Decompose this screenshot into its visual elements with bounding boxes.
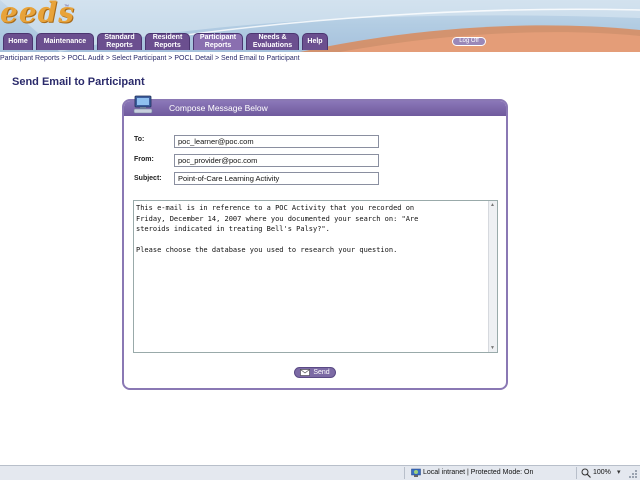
nav-tab-label: Participant Reports <box>199 34 237 49</box>
to-field[interactable] <box>174 135 379 148</box>
nav-tab-resident-reports[interactable]: Resident Reports <box>145 33 190 50</box>
compose-title: Compose Message Below <box>169 103 268 113</box>
from-field[interactable] <box>174 154 379 167</box>
nav-tab-label: Help <box>307 38 323 45</box>
subject-label: Subject: <box>134 175 162 182</box>
nav-tab-standard-reports[interactable]: Standard Reports <box>97 33 142 50</box>
page-title: Send Email to Participant <box>12 76 145 88</box>
message-scrollbar[interactable]: ▲ ▼ <box>488 201 497 352</box>
to-label: To: <box>134 136 145 143</box>
from-label: From: <box>134 156 154 163</box>
app-header: eeds ™ Home Maintenance Standard Reports… <box>0 0 640 52</box>
breadcrumb-current: Send Email to Participant <box>221 55 300 62</box>
browser-statusbar: Local intranet | Protected Mode: On 100%… <box>0 465 640 480</box>
logout-button[interactable]: Log Off <box>452 37 486 46</box>
nav-tab-home[interactable]: Home <box>3 33 33 50</box>
breadcrumb-item[interactable]: POCL Audit <box>68 55 104 62</box>
nav-tab-label: Needs & Evaluations <box>252 34 293 49</box>
globe-icon <box>411 468 421 477</box>
send-button[interactable]: Send <box>294 367 336 378</box>
breadcrumb-item[interactable]: POCL Detail <box>174 55 213 62</box>
security-zone-text[interactable]: Local intranet | Protected Mode: On <box>423 469 533 476</box>
nav-tab-maintenance[interactable]: Maintenance <box>36 33 94 50</box>
nav-tab-label: Resident Reports <box>152 34 183 49</box>
statusbar-divider <box>404 467 405 479</box>
breadcrumb-item[interactable]: Select Participant <box>112 55 166 62</box>
zoom-level[interactable]: 100% <box>593 469 611 476</box>
scroll-down-icon[interactable]: ▼ <box>490 345 495 351</box>
breadcrumb-separator: > <box>61 55 66 62</box>
envelope-icon <box>300 369 311 376</box>
resize-grip-icon[interactable] <box>628 469 638 479</box>
message-text: This e-mail is in reference to a POC Act… <box>136 204 419 254</box>
zoom-icon <box>581 468 591 478</box>
logo-trademark: ™ <box>64 4 69 10</box>
nav-tab-label: Maintenance <box>43 38 87 45</box>
breadcrumb-separator: > <box>168 55 173 62</box>
computer-icon <box>133 95 153 114</box>
send-label: Send <box>313 369 330 376</box>
nav-tab-label: Standard Reports <box>104 34 135 49</box>
nav-tab-help[interactable]: Help <box>302 33 328 50</box>
statusbar-divider <box>576 467 577 479</box>
nav-tab-participant-reports[interactable]: Participant Reports <box>193 33 243 50</box>
breadcrumb-separator: > <box>105 55 110 62</box>
breadcrumb-item[interactable]: Participant Reports <box>0 55 60 62</box>
subject-field[interactable] <box>174 172 379 185</box>
scroll-up-icon[interactable]: ▲ <box>490 202 495 208</box>
compose-header: Compose Message Below <box>124 95 506 116</box>
message-textarea[interactable]: This e-mail is in reference to a POC Act… <box>133 200 498 353</box>
nav-tab-label: Home <box>8 38 28 45</box>
chevron-down-icon[interactable]: ▾ <box>617 468 621 476</box>
breadcrumb-separator: > <box>214 55 220 62</box>
compose-panel: Compose Message Below To: From: Subject:… <box>122 95 508 390</box>
breadcrumb: Participant Reports > POCL Audit > Selec… <box>0 55 300 62</box>
nav-tab-needs-evaluations[interactable]: Needs & Evaluations <box>246 33 299 50</box>
